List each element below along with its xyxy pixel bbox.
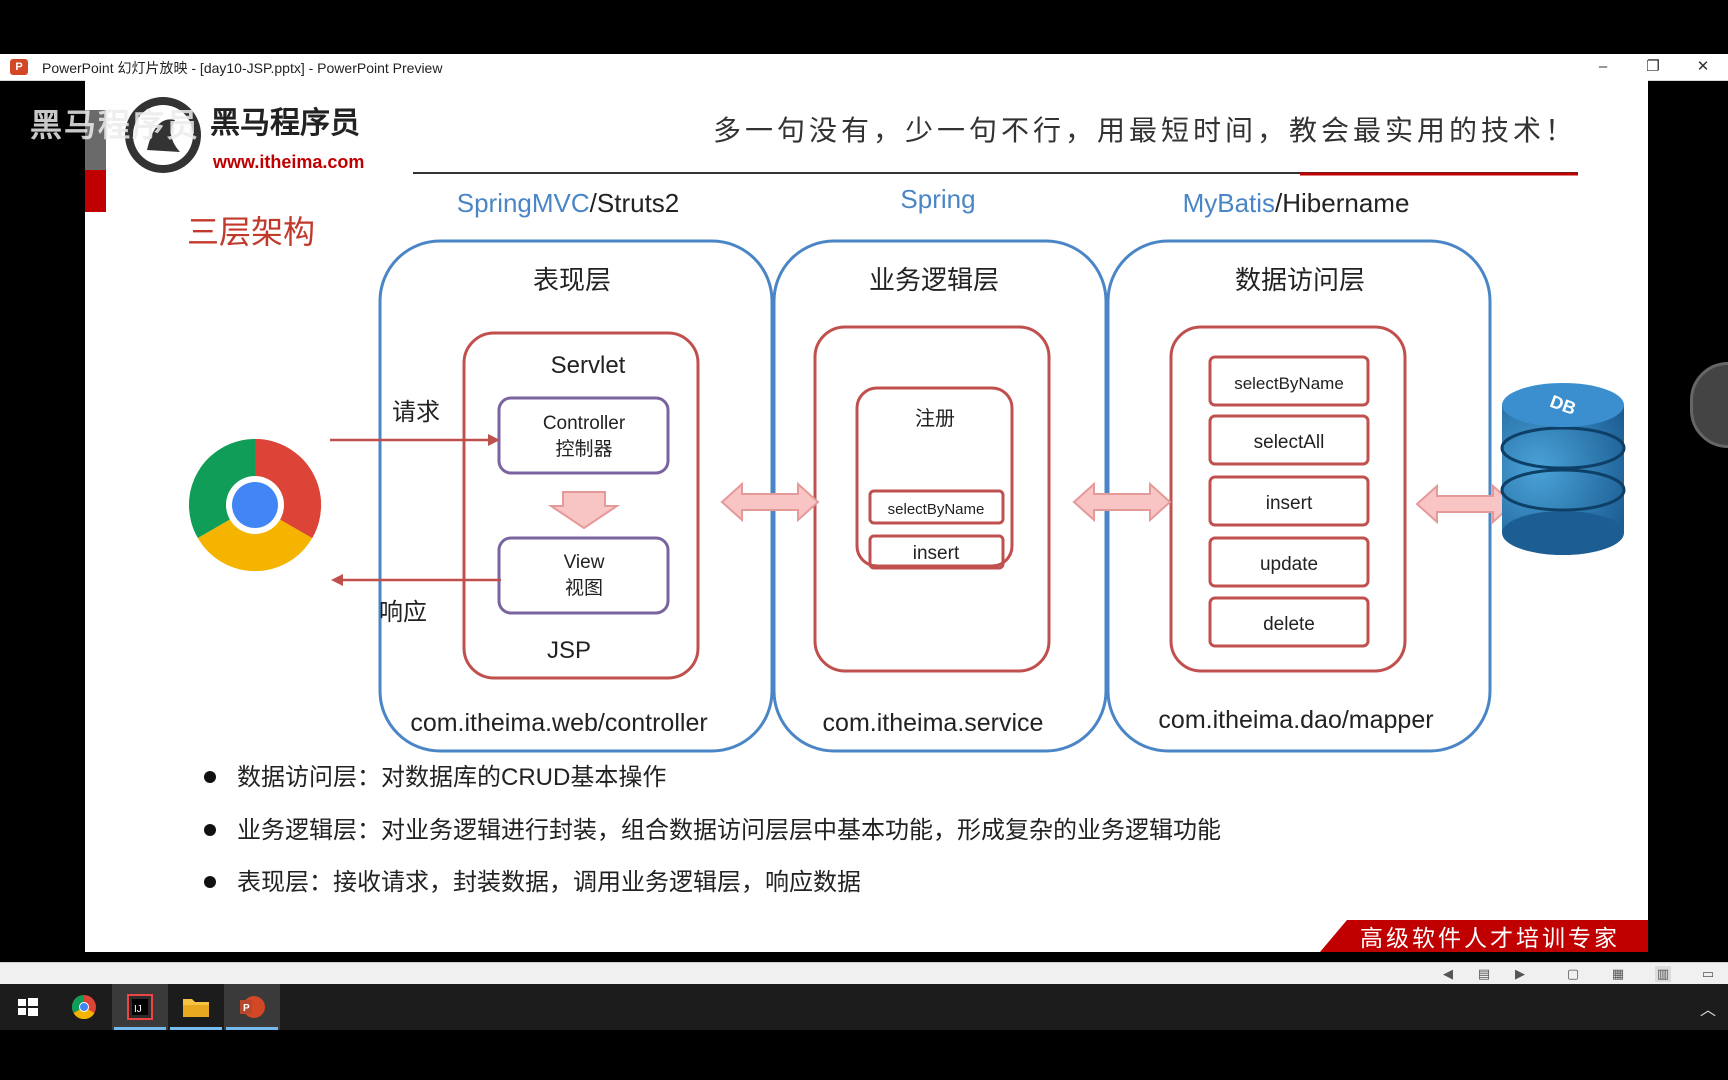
data-method-label: selectAll bbox=[1254, 432, 1325, 453]
controller-cn: 控制器 bbox=[555, 438, 612, 460]
framework-business-accent: Spring bbox=[900, 184, 975, 214]
service-box bbox=[813, 325, 1051, 673]
data-method-label: update bbox=[1260, 554, 1318, 575]
intellij-app[interactable]: IJ bbox=[112, 984, 168, 1030]
controller-to-view-arrow bbox=[547, 491, 621, 530]
bullet-dot bbox=[204, 824, 216, 836]
framework-data-accent: MyBatis bbox=[1183, 188, 1275, 218]
business-package: com.itheima.service bbox=[823, 709, 1044, 737]
business-layer-box bbox=[772, 239, 1108, 753]
powerpoint-icon: P bbox=[240, 996, 265, 1018]
business-methods: selectByName insert bbox=[868, 489, 1005, 570]
presentation-layer-title: 表现层 bbox=[533, 265, 611, 295]
controller-en: Controller bbox=[543, 413, 626, 434]
svg-text:IJ: IJ bbox=[134, 1004, 142, 1015]
folder-icon bbox=[183, 999, 209, 1017]
chrome-taskbar-icon bbox=[71, 995, 96, 1020]
close-button[interactable]: ✕ bbox=[1680, 54, 1726, 80]
footer-banner: 高级软件人才培训专家 bbox=[1320, 920, 1648, 952]
response-label: 响应 bbox=[379, 599, 427, 626]
data-method-label: selectByName bbox=[1234, 374, 1344, 393]
presentation-business-arrow bbox=[720, 481, 820, 523]
windows-taskbar: IJ P ︿ bbox=[0, 984, 1728, 1030]
tray-chevron-icon[interactable]: ︿ bbox=[1700, 996, 1716, 1020]
slide-left-decor-red bbox=[85, 170, 106, 212]
business-method-label: selectByName bbox=[888, 501, 985, 518]
slide[interactable]: 黑马程序员 www.itheima.com 多一句没有，少一句不行，用最短时间，… bbox=[85, 80, 1648, 952]
bullet-list: 数据访问层：对数据库的CRUD基本操作业务逻辑层：对业务逻辑进行封装，组合数据访… bbox=[204, 764, 1221, 896]
request-label: 请求 bbox=[392, 399, 440, 426]
slide-sorter-icon[interactable]: ▦ bbox=[1610, 966, 1626, 982]
data-layer-title: 数据访问层 bbox=[1235, 265, 1365, 295]
reading-view-icon[interactable]: ▥ bbox=[1655, 966, 1671, 982]
powerpoint-app-icon: P bbox=[10, 59, 28, 75]
framework-label-data: MyBatis/Hibername bbox=[1183, 188, 1410, 218]
minimize-button[interactable]: – bbox=[1580, 54, 1626, 80]
slogan: 多一句没有，少一句不行，用最短时间，教会最实用的技术！ bbox=[713, 114, 1577, 147]
window-title: PowerPoint 幻灯片放映 - [day10-JSP.pptx] - Po… bbox=[42, 60, 443, 76]
business-data-arrow bbox=[1072, 481, 1172, 523]
data-db-arrow bbox=[1415, 483, 1515, 525]
window-title-bar: P PowerPoint 幻灯片放映 - [day10-JSP.pptx] - … bbox=[0, 54, 1728, 81]
data-package: com.itheima.dao/mapper bbox=[1158, 706, 1433, 734]
next-icon[interactable]: ▶ bbox=[1512, 966, 1528, 982]
data-method-label: insert bbox=[1266, 493, 1313, 514]
slideshow-icon[interactable]: ▭ bbox=[1700, 966, 1716, 982]
bullet-dot bbox=[204, 771, 216, 783]
presentation-status-bar: ◀ ▤ ▶ ▢ ▦ ▥ ▭ bbox=[0, 962, 1728, 985]
video-watermark: 黑马程序员 bbox=[30, 107, 201, 143]
restore-button[interactable]: ❐ bbox=[1630, 54, 1676, 80]
notes-icon[interactable]: ▤ bbox=[1476, 966, 1492, 982]
data-method-label: delete bbox=[1263, 614, 1315, 635]
controller-box bbox=[497, 396, 670, 475]
normal-view-icon[interactable]: ▢ bbox=[1565, 966, 1581, 982]
bullet-text: 业务逻辑层：对业务逻辑进行封装，组合数据访问层层中基本功能，形成复杂的业务逻辑功… bbox=[237, 817, 1221, 844]
bullet-text: 数据访问层：对数据库的CRUD基本操作 bbox=[237, 764, 666, 791]
jsp-label: JSP bbox=[547, 637, 591, 664]
framework-presentation-rest: /Struts2 bbox=[590, 188, 680, 218]
floating-assistant-icon[interactable] bbox=[1690, 362, 1728, 448]
register-label: 注册 bbox=[915, 407, 955, 430]
svg-text:P: P bbox=[243, 1003, 250, 1014]
powerpoint-app[interactable]: P bbox=[224, 984, 280, 1030]
business-method-label: insert bbox=[913, 543, 960, 564]
windows-logo-icon bbox=[18, 998, 38, 1016]
chrome-logo-icon bbox=[188, 439, 322, 572]
view-en: View bbox=[564, 552, 605, 573]
framework-presentation-accent: SpringMVC bbox=[457, 188, 590, 218]
chrome-app[interactable] bbox=[56, 984, 112, 1030]
intellij-icon: IJ bbox=[127, 994, 153, 1020]
servlet-label: Servlet bbox=[551, 352, 626, 379]
bullet-text: 表现层：接收请求，封装数据，调用业务逻辑层，响应数据 bbox=[237, 869, 861, 896]
response-arrowhead bbox=[331, 574, 343, 586]
logo-name: 黑马程序员 bbox=[210, 106, 360, 140]
framework-label-business: Spring bbox=[900, 184, 975, 214]
prev-icon[interactable]: ◀ bbox=[1440, 966, 1456, 982]
bullet-dot bbox=[204, 876, 216, 888]
framework-label-presentation: SpringMVC/Struts2 bbox=[457, 188, 680, 218]
view-cn: 视图 bbox=[565, 577, 603, 599]
file-explorer-app[interactable] bbox=[168, 984, 224, 1030]
logo-url: www.itheima.com bbox=[212, 152, 364, 172]
presentation-package: com.itheima.web/controller bbox=[410, 709, 707, 737]
data-methods: selectByName selectAll insert update delete bbox=[1208, 355, 1370, 648]
view-box bbox=[497, 536, 670, 615]
framework-data-rest: /Hibername bbox=[1275, 188, 1409, 218]
database-icon: DB bbox=[1500, 383, 1626, 555]
footer-banner-text: 高级软件人才培训专家 bbox=[1360, 926, 1620, 952]
start-button[interactable] bbox=[0, 984, 56, 1030]
slide-title: 三层架构 bbox=[187, 214, 315, 250]
business-layer-title: 业务逻辑层 bbox=[869, 265, 999, 295]
